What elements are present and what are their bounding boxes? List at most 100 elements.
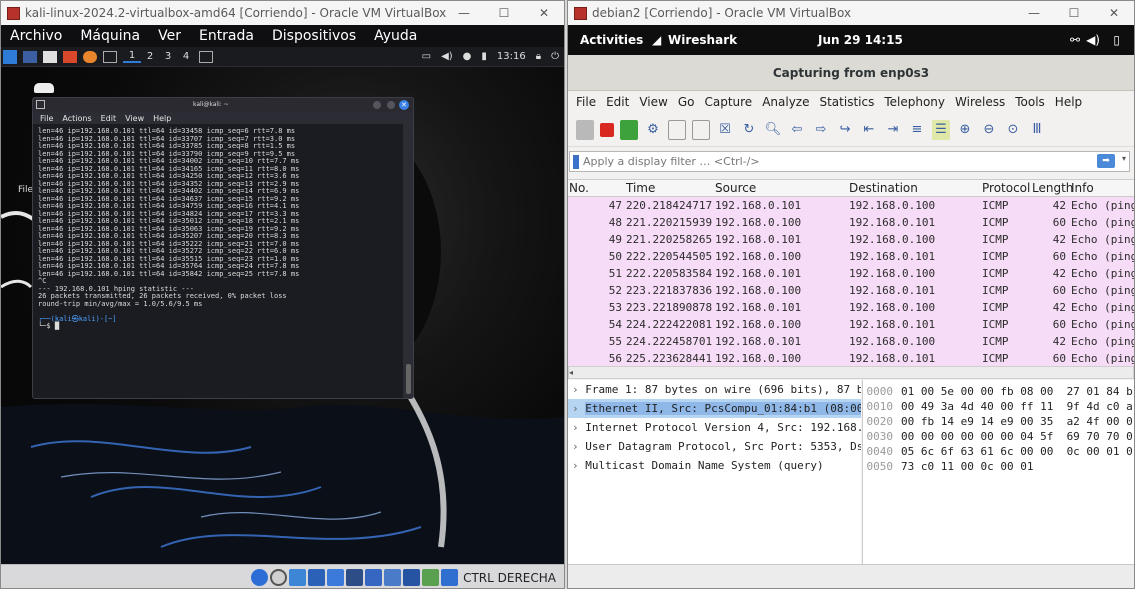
trash-icon[interactable] bbox=[34, 83, 54, 93]
minimize-icon[interactable]: — bbox=[1014, 6, 1054, 20]
display-status-icon[interactable] bbox=[365, 569, 383, 586]
zoom-reset-icon[interactable]: ⊙ bbox=[1004, 120, 1022, 140]
detail-row[interactable]: › User Datagram Protocol, Src Port: 5353… bbox=[568, 437, 861, 456]
col-protocol[interactable]: Protocol bbox=[982, 181, 1030, 195]
go-to-packet-icon[interactable]: ↪ bbox=[836, 120, 854, 140]
terminal-output[interactable]: len=46 ip=192.168.0.101 ttl=64 id=33458 … bbox=[33, 124, 403, 398]
packet-row[interactable]: 54 224.222422081 192.168.0.100 192.168.0.10… bbox=[568, 316, 1134, 333]
packet-details-pane[interactable]: › Frame 1: 87 bytes on wire (696 bits), … bbox=[568, 380, 861, 571]
col-info[interactable]: Info bbox=[1071, 181, 1094, 195]
apps-dropdown-icon[interactable] bbox=[103, 50, 117, 63]
expand-arrow-icon[interactable]: › bbox=[572, 421, 585, 434]
battery-icon[interactable]: ▮ bbox=[481, 51, 487, 62]
workspace-1[interactable]: 1 bbox=[123, 50, 141, 63]
resize-columns-icon[interactable]: Ⅲ bbox=[1028, 120, 1046, 140]
close-icon[interactable]: ✕ bbox=[524, 6, 564, 20]
ws-menu-statistics[interactable]: Statistics bbox=[814, 95, 879, 109]
col-source[interactable]: Source bbox=[715, 181, 756, 195]
maximize-icon[interactable]: ☐ bbox=[1054, 6, 1094, 20]
hex-row[interactable]: 0000 01 00 5e 00 00 fb 08 00 27 01 84 b bbox=[863, 384, 1134, 399]
cpu-status-icon[interactable] bbox=[403, 569, 421, 586]
usb-status-icon[interactable] bbox=[327, 569, 345, 586]
terminal-titlebar[interactable]: kali@kali: ~ ✕ bbox=[33, 98, 413, 112]
save-file-icon[interactable] bbox=[692, 119, 710, 140]
workspace-3[interactable]: 3 bbox=[159, 51, 177, 62]
apply-filter-icon[interactable]: ➡ bbox=[1097, 154, 1115, 168]
zoom-out-icon[interactable]: ⊖ bbox=[980, 120, 998, 140]
files-launcher-icon[interactable] bbox=[43, 50, 57, 63]
first-packet-icon[interactable]: ⇤ bbox=[860, 120, 878, 140]
hex-row[interactable]: 0040 05 6c 6f 63 61 6c 00 00 0c 00 01 0 bbox=[863, 444, 1134, 459]
kali-vm-titlebar[interactable]: kali-linux-2024.2-virtualbox-amd64 [Corr… bbox=[1, 1, 564, 25]
reload-file-icon[interactable]: ↻ bbox=[740, 120, 758, 140]
capture-options-icon[interactable]: ⚙ bbox=[644, 120, 662, 140]
col-time[interactable]: Time bbox=[626, 181, 655, 195]
menu-archivo[interactable]: Archivo bbox=[1, 28, 71, 44]
restart-capture-icon[interactable] bbox=[620, 119, 638, 140]
packet-list[interactable]: 47 220.218424717 192.168.0.101 192.168.0.10… bbox=[568, 197, 1134, 366]
packet-row[interactable]: 52 223.221837836 192.168.0.100 192.168.0.10… bbox=[568, 282, 1134, 299]
recording-status-icon[interactable] bbox=[384, 569, 402, 586]
hdd-status-icon[interactable] bbox=[251, 569, 269, 586]
panel-clock[interactable]: 13:16 bbox=[497, 51, 526, 62]
mouse-integration-icon[interactable] bbox=[422, 569, 440, 586]
lock-icon[interactable]: 🔒︎ bbox=[536, 51, 541, 62]
ws-menu-wireless[interactable]: Wireless bbox=[950, 95, 1010, 109]
ws-menu-file[interactable]: File bbox=[571, 95, 601, 109]
terminal-scrollbar[interactable] bbox=[406, 364, 411, 394]
activities-button[interactable]: Activities bbox=[580, 33, 643, 47]
col-length[interactable]: Length bbox=[1032, 181, 1073, 195]
editor-launcher-icon[interactable] bbox=[63, 50, 77, 63]
menu-maquina[interactable]: Máquina bbox=[71, 28, 149, 44]
debian-vm-titlebar[interactable]: debian2 [Corriendo] - Oracle VM VirtualB… bbox=[568, 1, 1134, 25]
packet-row[interactable]: 51 222.220583584 192.168.0.101 192.168.0.10… bbox=[568, 265, 1134, 282]
expand-arrow-icon[interactable]: › bbox=[572, 459, 585, 472]
terminal-menu-help[interactable]: Help bbox=[153, 114, 171, 123]
display-icon[interactable]: ▭ bbox=[422, 51, 431, 62]
packet-bytes-pane[interactable]: 0000 01 00 5e 00 00 fb 08 00 27 01 84 b 00… bbox=[862, 380, 1134, 571]
hex-row[interactable]: 0010 00 49 3a 4d 40 00 ff 11 9f 4d c0 a bbox=[863, 399, 1134, 414]
ws-menu-telephony[interactable]: Telephony bbox=[879, 95, 950, 109]
menu-entrada[interactable]: Entrada bbox=[190, 28, 263, 44]
ws-menu-go[interactable]: Go bbox=[673, 95, 700, 109]
find-packet-icon[interactable]: 🔍︎ bbox=[764, 120, 782, 140]
terminal-menu-edit[interactable]: Edit bbox=[101, 114, 117, 123]
keyboard-status-icon[interactable] bbox=[441, 569, 459, 586]
network-icon[interactable]: ⚯ bbox=[1070, 33, 1080, 47]
packet-row[interactable]: 48 221.220215939 192.168.0.100 192.168.0.10… bbox=[568, 214, 1134, 231]
display-filter-input[interactable]: Apply a display filter … <Ctrl-/> bbox=[583, 155, 760, 168]
terminal-menu-file[interactable]: File bbox=[40, 114, 53, 123]
expand-arrow-icon[interactable]: › bbox=[572, 440, 585, 453]
hex-row[interactable]: 0030 00 00 00 00 00 00 04 5f 69 70 70 0 bbox=[863, 429, 1134, 444]
terminal-close-icon[interactable]: ✕ bbox=[399, 100, 409, 110]
menu-ayuda[interactable]: Ayuda bbox=[365, 28, 426, 44]
scroll-left-icon[interactable]: ◂ bbox=[569, 368, 573, 377]
expand-arrow-icon[interactable]: › bbox=[572, 402, 585, 415]
network-status-icon[interactable] bbox=[308, 569, 326, 586]
packet-row[interactable]: 49 221.220258265 192.168.0.101 192.168.0.10… bbox=[568, 231, 1134, 248]
ws-menu-help[interactable]: Help bbox=[1050, 95, 1087, 109]
audio-status-icon[interactable] bbox=[289, 569, 307, 586]
close-icon[interactable]: ✕ bbox=[1094, 6, 1134, 20]
shared-folders-icon[interactable] bbox=[346, 569, 364, 586]
ws-menu-analyze[interactable]: Analyze bbox=[757, 95, 814, 109]
zoom-in-icon[interactable]: ⊕ bbox=[956, 120, 974, 140]
colorize-icon[interactable]: ☰ bbox=[932, 119, 950, 140]
minimize-icon[interactable]: — bbox=[444, 6, 484, 20]
ws-menu-view[interactable]: View bbox=[634, 95, 672, 109]
col-no[interactable]: No. bbox=[569, 181, 589, 195]
notification-icon[interactable]: ● bbox=[463, 51, 472, 62]
terminal-window[interactable]: kali@kali: ~ ✕ File Actions Edit View He… bbox=[32, 97, 414, 399]
detail-row[interactable]: › Ethernet II, Src: PcsCompu_01:84:b1 (0… bbox=[568, 399, 861, 418]
packet-row[interactable]: 56 225.223628441 192.168.0.100 192.168.0.10… bbox=[568, 350, 1134, 366]
terminal-menu-actions[interactable]: Actions bbox=[62, 114, 91, 123]
packet-row[interactable]: 50 222.220544505 192.168.0.100 192.168.0.10… bbox=[568, 248, 1134, 265]
detail-row[interactable]: › Frame 1: 87 bytes on wire (696 bits), … bbox=[568, 380, 861, 399]
expand-arrow-icon[interactable]: › bbox=[572, 383, 585, 396]
packet-row[interactable]: 55 224.222458701 192.168.0.101 192.168.0.10… bbox=[568, 333, 1134, 350]
volume-icon[interactable]: ◀) bbox=[441, 51, 453, 62]
go-back-icon[interactable]: ⇦ bbox=[788, 120, 806, 140]
terminal-task-icon[interactable] bbox=[199, 50, 213, 63]
firefox-launcher-icon[interactable] bbox=[83, 50, 97, 63]
menu-dispositivos[interactable]: Dispositivos bbox=[263, 28, 365, 44]
